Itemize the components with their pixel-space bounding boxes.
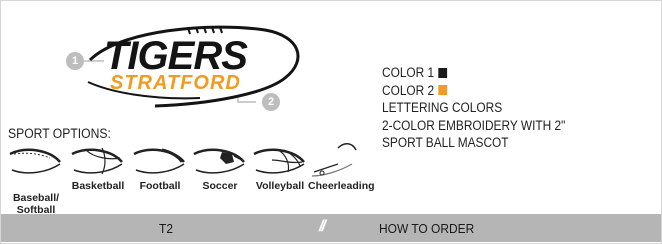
mascot-spec: SPORT BALL MASCOT xyxy=(382,135,509,151)
sport-label-volleyball: Volleyball xyxy=(255,180,305,192)
color-2-row: COLOR 2 xyxy=(382,82,565,100)
sport-option-cheerleading[interactable]: Cheerleading xyxy=(308,140,375,210)
sport-label-baseball: Baseball/ Softball xyxy=(4,180,68,216)
color-1-label: COLOR 1 xyxy=(382,65,435,80)
lettering-colors: LETTERING COLORS xyxy=(382,100,503,116)
callout-badge-1: 1 xyxy=(66,52,84,70)
volleyball-icon xyxy=(253,148,305,174)
footer-separator: // xyxy=(319,218,326,235)
sport-option-basketball[interactable]: Basketball xyxy=(66,140,130,210)
sport-label-baseball-text: Baseball/ Softball xyxy=(12,192,60,216)
team-logo: TIGERS STRATFORD 1 2 xyxy=(60,20,320,120)
sport-label-basketball: Basketball xyxy=(71,180,125,192)
color-options: COLOR 1 COLOR 2 LETTERING COLORS 2-COLOR… xyxy=(382,64,565,152)
sport-option-football[interactable]: Football xyxy=(128,140,192,210)
baseball-icon xyxy=(9,148,61,174)
sport-label-cheerleading: Cheerleading xyxy=(308,180,375,192)
soccer-icon xyxy=(193,148,245,174)
how-to-order-link[interactable]: HOW TO ORDER xyxy=(379,221,474,236)
sport-option-baseball[interactable]: Baseball/ Softball xyxy=(4,140,68,216)
color-2-swatch xyxy=(438,85,448,96)
basketball-icon xyxy=(71,147,123,175)
football-icon xyxy=(133,148,185,174)
sport-option-soccer[interactable]: Soccer xyxy=(188,140,252,210)
sport-label-football: Football xyxy=(139,180,181,192)
color-2-label: COLOR 2 xyxy=(382,82,435,98)
sport-label-soccer: Soccer xyxy=(202,180,238,192)
embroidery-spec: 2-COLOR EMBROIDERY WITH 2" xyxy=(382,117,566,133)
logo-subtitle: STRATFORD xyxy=(110,72,241,94)
callout-badge-2: 2 xyxy=(262,93,280,111)
color-1-swatch xyxy=(438,67,448,78)
product-code: T2 xyxy=(159,221,173,236)
color-1-row: COLOR 1 xyxy=(382,64,565,82)
sport-options-list: Baseball/ Softball Basketball Football S… xyxy=(4,140,375,216)
footer-bar: T2 // HOW TO ORDER xyxy=(1,214,661,242)
cheerleading-icon xyxy=(311,143,357,177)
sport-option-volleyball[interactable]: Volleyball xyxy=(248,140,312,210)
sport-options-heading: SPORT OPTIONS: xyxy=(8,126,111,141)
